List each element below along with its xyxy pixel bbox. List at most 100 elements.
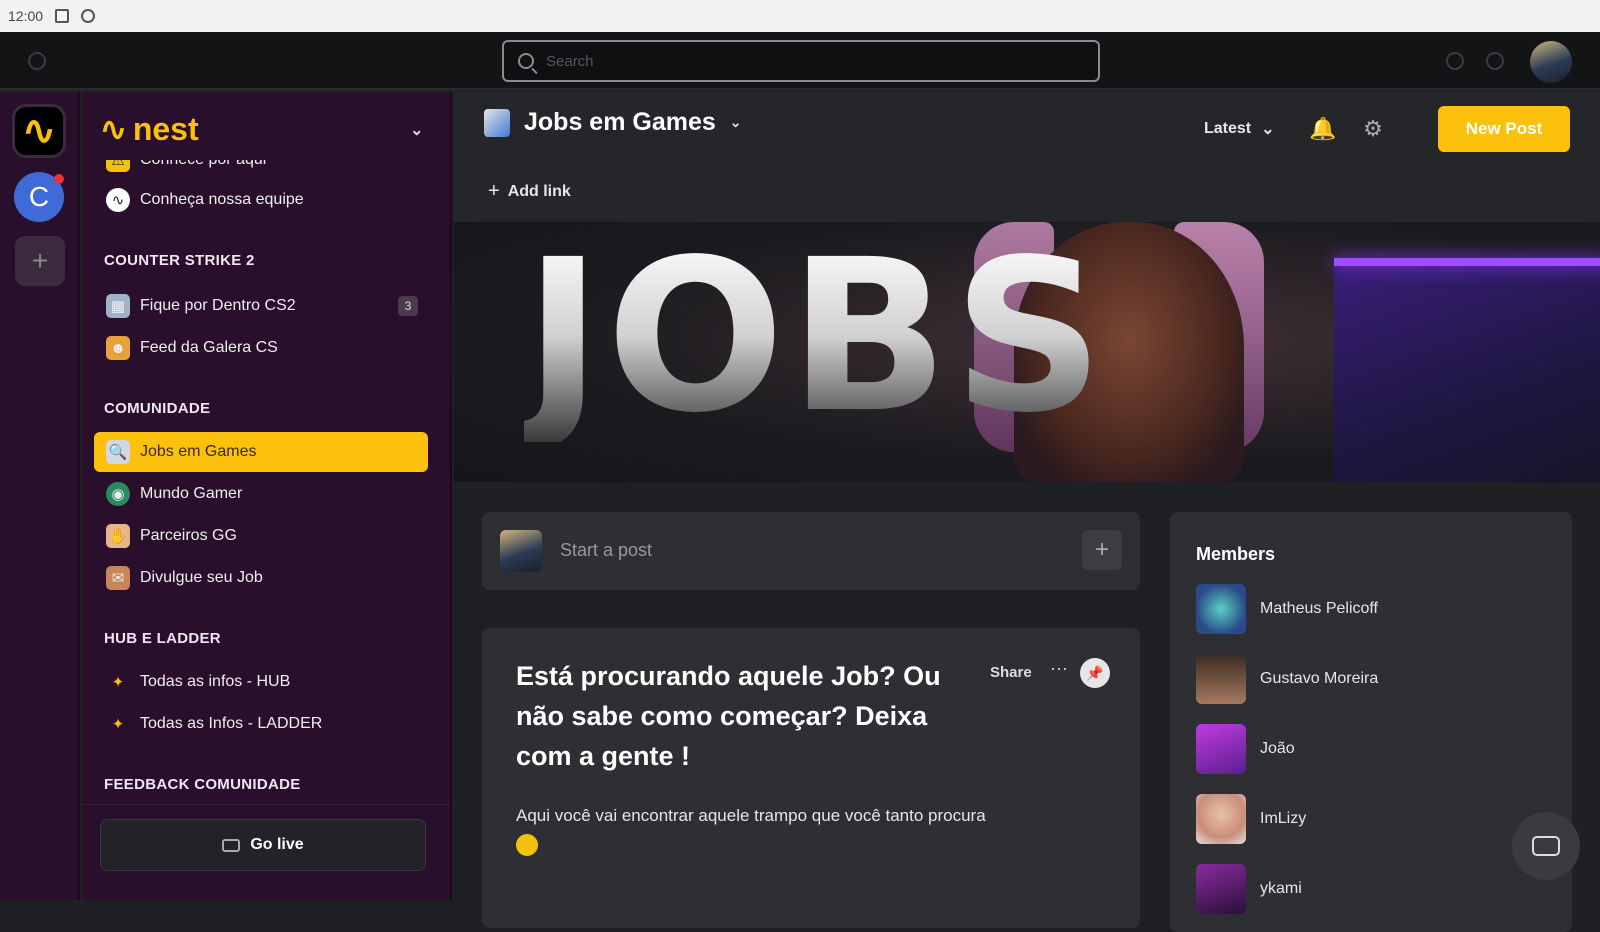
post-body: Aqui você vai encontrar aquele trampo qu… xyxy=(516,806,986,825)
chat-bubble-button[interactable] xyxy=(1512,812,1580,880)
sidebar-item-label: Fique por Dentro CS2 xyxy=(140,297,296,314)
members-panel: Members Matheus Pelicoff Gustavo Moreira… xyxy=(1170,512,1572,932)
satellite-icon: ✦ xyxy=(111,716,125,733)
space-banner: JOBS xyxy=(454,222,1600,482)
member-name: ykami xyxy=(1260,880,1302,897)
top-bar: Search xyxy=(0,32,1600,90)
sidebar-item-feed-cs[interactable]: ☻ Feed da Galera CS xyxy=(94,328,428,368)
member-row[interactable]: João xyxy=(1196,724,1295,774)
app-status-icon xyxy=(55,9,70,23)
sidebar-item-fique-cs2[interactable]: ▦ Fique por Dentro CS2 3 xyxy=(94,286,428,326)
composer-avatar xyxy=(500,530,542,572)
globe-icon: ◉ xyxy=(106,482,130,506)
server-rail: ∿ C + xyxy=(0,92,80,900)
community-brand[interactable]: ∿ nest ⌄ xyxy=(100,110,423,148)
post-composer[interactable]: Start a post + xyxy=(482,512,1140,590)
nest-logo-glyph: ∿ xyxy=(22,109,56,153)
member-avatar xyxy=(1196,794,1246,844)
nest-server-icon[interactable]: ∿ xyxy=(12,104,66,158)
banner-jobs-text: JOBS xyxy=(524,222,1108,459)
gear-icon[interactable]: ⚙ xyxy=(1360,116,1386,142)
pinned-post-card[interactable]: Está procurando aquele Job? Ou não sabe … xyxy=(482,628,1140,928)
calendar-icon: ▦ xyxy=(106,294,130,318)
member-name: Gustavo Moreira xyxy=(1260,670,1379,687)
member-name: Matheus Pelicoff xyxy=(1260,600,1378,617)
plus-icon: + xyxy=(488,180,500,202)
member-row[interactable]: ykami xyxy=(1196,864,1302,914)
section-header-feedback[interactable]: FEEDBACK COMUNIDADE xyxy=(104,776,301,790)
sidebar-item-label: Jobs em Games xyxy=(140,443,257,460)
handshake-icon: ✋ xyxy=(106,524,130,548)
go-live-area: Go live xyxy=(82,804,450,900)
section-header-cs2[interactable]: COUNTER STRIKE 2 xyxy=(104,252,255,269)
bell-icon[interactable]: 🔔 xyxy=(1309,116,1336,142)
post-title[interactable]: Está procurando aquele Job? Ou não sabe … xyxy=(516,656,976,776)
section-header-comunidade[interactable]: COMUNIDADE xyxy=(104,400,210,417)
sidebar-item-equipe[interactable]: ∿ Conheça nossa equipe xyxy=(94,180,428,220)
add-link-label: Add link xyxy=(507,182,571,200)
notification-bell-icon[interactable] xyxy=(1446,52,1464,70)
sidebar-item-conhece[interactable]: ⚠ Conhece por aqui xyxy=(94,160,428,180)
space-title[interactable]: Jobs em Games ⌄ xyxy=(484,108,742,137)
sort-label: Latest xyxy=(1204,120,1252,137)
go-live-button[interactable]: Go live xyxy=(100,819,426,871)
sort-dropdown[interactable]: Latest ⌄ xyxy=(1204,119,1275,139)
satellite-icon: ✦ xyxy=(111,674,125,691)
member-avatar xyxy=(1196,864,1246,914)
new-post-button[interactable]: New Post xyxy=(1438,106,1570,152)
member-row[interactable]: Gustavo Moreira xyxy=(1196,654,1378,704)
shield-status-icon xyxy=(81,9,96,23)
sidebar-item-hub[interactable]: ✦ Todas as infos - HUB xyxy=(94,662,428,702)
go-live-label: Go live xyxy=(250,836,304,853)
pin-icon[interactable]: 📌 xyxy=(1080,658,1110,688)
search-placeholder: Search xyxy=(546,52,594,70)
sidebar-item-label: Parceiros GG xyxy=(140,527,237,544)
chevron-down-icon[interactable]: ⌄ xyxy=(730,114,742,131)
sidebar-item-divulgue[interactable]: ✉ Divulgue seu Job xyxy=(94,558,428,598)
more-options-icon[interactable]: ··· xyxy=(1050,658,1068,679)
server-c-icon[interactable]: C xyxy=(14,172,64,222)
job-search-icon: 🔍 xyxy=(106,440,130,464)
jobs-space-icon xyxy=(484,108,510,137)
member-name: João xyxy=(1260,740,1295,757)
add-link-button[interactable]: + Add link xyxy=(488,180,571,203)
sidebar-item-label: Conheça nossa equipe xyxy=(140,191,304,208)
smile-emoji-icon xyxy=(516,834,538,856)
member-row[interactable]: ImLizy xyxy=(1196,794,1306,844)
sidebar-item-label: Todas as Infos - LADDER xyxy=(140,715,323,732)
member-avatar xyxy=(1196,584,1246,634)
members-title: Members xyxy=(1196,544,1276,564)
member-avatar xyxy=(1196,654,1246,704)
unread-dot xyxy=(54,174,64,184)
search-input[interactable]: Search xyxy=(502,40,1100,82)
chevron-down-icon: ⌄ xyxy=(1261,121,1275,138)
sidebar-item-mundo-gamer[interactable]: ◉ Mundo Gamer xyxy=(94,474,428,514)
sidebar-item-jobs[interactable]: 🔍 Jobs em Games xyxy=(94,432,428,472)
add-server-button[interactable]: + xyxy=(15,236,65,286)
chat-icon[interactable] xyxy=(1486,52,1504,70)
member-row[interactable]: Matheus Pelicoff xyxy=(1196,584,1378,634)
sidebar-item-label: Feed da Galera CS xyxy=(140,339,278,356)
sidebar-item-parceiros[interactable]: ✋ Parceiros GG xyxy=(94,516,428,556)
channel-sidebar: ∿ nest ⌄ ⚠ Conhece por aqui ∿ Conheça no… xyxy=(82,92,452,900)
search-icon xyxy=(518,53,534,69)
user-avatar[interactable] xyxy=(1530,41,1572,83)
nest-logo-icon: ∿ xyxy=(100,111,127,147)
composer-placeholder: Start a post xyxy=(560,540,653,560)
unread-count-badge: 3 xyxy=(398,296,418,316)
space-header: Jobs em Games ⌄ Latest ⌄ 🔔 ⚙ New Post + … xyxy=(454,92,1600,222)
chevron-down-icon[interactable]: ⌄ xyxy=(410,120,423,140)
member-avatar xyxy=(1196,724,1246,774)
space-title-text: Jobs em Games xyxy=(524,108,716,136)
server-c-letter: C xyxy=(28,181,50,212)
home-circle-icon[interactable] xyxy=(28,52,46,70)
composer-add-button[interactable]: + xyxy=(1082,530,1122,570)
sidebar-item-label: Todas as infos - HUB xyxy=(140,673,291,690)
chat-bubble-icon xyxy=(1532,836,1560,856)
sidebar-item-label: Conhece por aqui xyxy=(140,160,266,169)
sidebar-item-ladder[interactable]: ✦ Todas as Infos - LADDER xyxy=(94,704,428,744)
share-button[interactable]: Share xyxy=(990,664,1032,681)
channel-list[interactable]: ⚠ Conhece por aqui ∿ Conheça nossa equip… xyxy=(82,160,450,790)
warning-icon: ⚠ xyxy=(106,160,130,172)
section-header-hub-ladder[interactable]: HUB E LADDER xyxy=(104,630,221,647)
